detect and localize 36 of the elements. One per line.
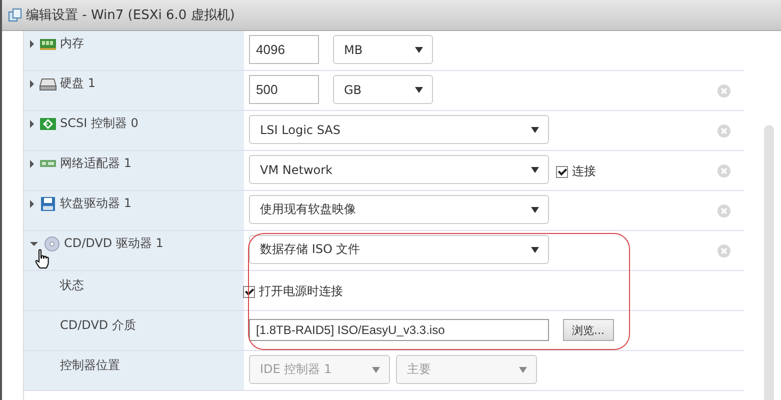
controller-icon xyxy=(39,116,57,132)
browse-button[interactable]: 浏览... xyxy=(563,319,614,341)
expand-toggle-icon[interactable] xyxy=(30,80,34,88)
device-label: 软盘驱动器 1 xyxy=(60,196,132,211)
dropdown[interactable]: VM Network xyxy=(249,155,549,184)
device-label: 硬盘 1 xyxy=(60,76,96,91)
device-label: 状态 xyxy=(60,278,84,293)
expand-toggle-icon[interactable] xyxy=(30,40,34,48)
device-label: 内存 xyxy=(60,36,84,51)
device-label: 控制器位置 xyxy=(60,358,120,373)
pointer-cursor-icon xyxy=(34,249,50,269)
number-field[interactable]: 4096 xyxy=(249,35,319,64)
number-field[interactable]: 500 xyxy=(249,75,319,104)
checkbox[interactable] xyxy=(243,286,255,298)
expand-toggle-icon[interactable] xyxy=(30,242,38,246)
window-icon xyxy=(8,8,22,22)
dropdown[interactable]: LSI Logic SAS xyxy=(249,115,549,144)
dropdown[interactable]: MB xyxy=(333,35,433,64)
expand-toggle-icon[interactable] xyxy=(30,200,34,208)
memory-module-icon xyxy=(39,36,57,52)
dropdown[interactable]: GB xyxy=(333,75,433,104)
window-title: 编辑设置 - Win7 (ESXi 6.0 虚拟机) xyxy=(26,7,235,24)
dropdown[interactable]: 使用现有软盘映像 xyxy=(249,195,549,224)
checkbox-label: 打开电源时连接 xyxy=(259,283,343,300)
hard-drive-icon xyxy=(39,76,57,92)
checkbox[interactable] xyxy=(556,166,568,178)
file-path-field[interactable]: [1.8TB-RAID5] ISO/EasyU_v3.3.iso xyxy=(249,319,549,341)
checkbox-label: 连接 xyxy=(572,163,596,180)
expand-toggle-icon[interactable] xyxy=(30,160,34,168)
device-label: SCSI 控制器 0 xyxy=(60,116,138,131)
device-label: CD/DVD 介质 xyxy=(60,318,136,333)
expand-toggle-icon[interactable] xyxy=(30,120,34,128)
disc-icon xyxy=(43,236,61,252)
device-label: 网络适配器 1 xyxy=(60,156,132,171)
dropdown[interactable]: 数据存储 ISO 文件 xyxy=(249,235,549,264)
device-label: CD/DVD 驱动器 1 xyxy=(64,236,164,251)
